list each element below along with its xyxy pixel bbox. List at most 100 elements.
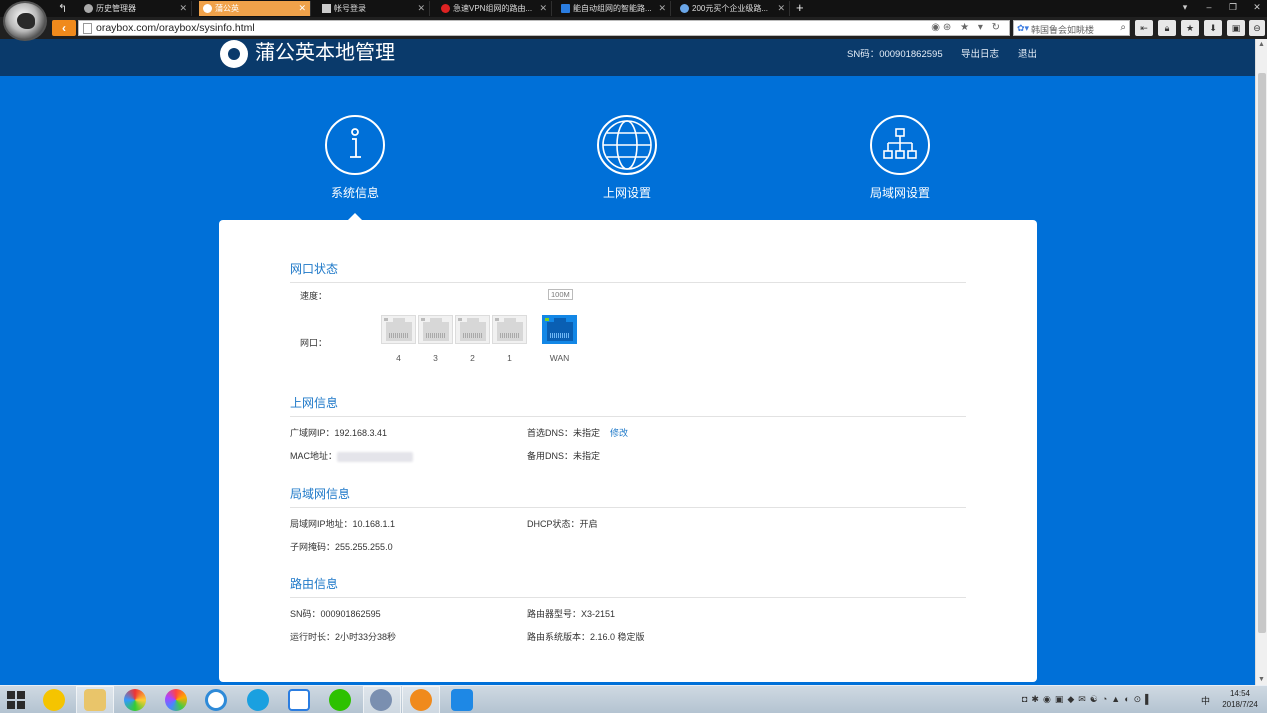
edit-dns-link[interactable]: 修改 (610, 428, 628, 438)
wan-port (542, 315, 577, 344)
close-icon[interactable]: ✕ (658, 1, 666, 16)
primary-dns-field: 首选DNS：未指定 修改 (527, 426, 628, 439)
system-tray-icons[interactable]: ◘✱◉▣◆✉☯◔▲◐⊙▌ (1022, 694, 1156, 705)
download-icon[interactable]: ⬇ (1204, 20, 1222, 36)
taskbar: ◘✱◉▣◆✉☯◔▲◐⊙▌ 中 14:54 2018/7/24 (0, 685, 1267, 713)
favorites-icon[interactable]: ★ (1181, 20, 1199, 36)
file-explorer-icon[interactable] (84, 689, 106, 711)
search-icon[interactable]: ⌕ (1120, 22, 1126, 33)
field-value: 255.255.255.0 (335, 542, 393, 552)
minimize-icon[interactable]: – (1202, 1, 1216, 14)
info-icon (325, 115, 385, 175)
ie-browser-icon[interactable] (247, 689, 269, 711)
lan-ip-field: 局域网IP地址：10.168.1.1 (290, 517, 395, 530)
subnet-field: 子网掩码：255.255.255.0 (290, 540, 393, 553)
tab-account-login[interactable]: 帐号登录 ✕ (318, 1, 430, 16)
lock-icon[interactable]: 🔒︎ (1158, 20, 1176, 36)
search-engine-icon[interactable]: ✿▾ (1017, 23, 1029, 34)
close-icon[interactable]: ✕ (777, 1, 785, 16)
chrome-icon[interactable] (124, 689, 146, 711)
scroll-down-icon[interactable]: ▼ (1258, 676, 1265, 683)
nav-lan-settings[interactable]: 局域网设置 (840, 115, 960, 201)
section-internet-info: 上网信息 (290, 394, 966, 417)
tab-vpn-router[interactable]: 急速VPN组网的路由... ✕ (437, 1, 552, 16)
pgy-favicon-icon (203, 4, 212, 13)
logout-link[interactable]: 退出 (1018, 46, 1037, 60)
window-close-icon[interactable]: ✕ (1250, 1, 1264, 14)
network-tool-icon[interactable] (370, 689, 392, 711)
page-icon (322, 4, 331, 13)
back-button[interactable]: ‹ (52, 20, 76, 36)
new-tab-button[interactable]: + (796, 0, 804, 16)
port-number: 4 (396, 353, 401, 363)
tab-smart-router[interactable]: 能自动组网的智能路... ✕ (557, 1, 671, 16)
color-app-icon[interactable] (165, 689, 187, 711)
field-value: 2.16.0 稳定版 (590, 632, 645, 642)
speed-badge: 100M (548, 289, 573, 300)
export-log-link[interactable]: 导出日志 (961, 46, 999, 60)
pgy-logo-icon (220, 40, 248, 68)
tab-pgy[interactable]: 蒲公英 ✕ (199, 1, 311, 16)
vertical-scrollbar[interactable]: ▲ ▼ (1255, 39, 1267, 685)
lan-port-3 (418, 315, 453, 344)
mac-value-blurred (337, 451, 413, 462)
close-icon[interactable]: ✕ (298, 1, 306, 16)
gamepad-icon[interactable]: ▣ (1227, 20, 1245, 36)
wps-icon[interactable] (451, 689, 473, 711)
mac-field: MAC地址： (290, 449, 413, 462)
nav-system-info[interactable]: 系统信息 (295, 115, 415, 201)
tab-enterprise-router[interactable]: 200元买个企业级路... ✕ (676, 1, 790, 16)
main-area: 系统信息 上网设置 局域网设置 网口状态 速度： 100M 网口： 4 3 2 … (0, 76, 1255, 685)
clock-icon (84, 4, 93, 13)
menu-icon[interactable]: ⊖ (1249, 20, 1265, 36)
clock-date[interactable]: 2018/7/24 (1218, 700, 1262, 709)
field-label: 运行时长： (290, 632, 336, 642)
speed-label: 速度： (300, 291, 328, 301)
scroll-up-icon[interactable]: ▲ (1258, 41, 1265, 48)
model-field: 路由器型号：X3-2151 (527, 607, 615, 620)
skin-icon[interactable]: ▾ (1178, 1, 1192, 14)
nav-label: 系统信息 (330, 186, 379, 200)
browser-logo[interactable] (3, 1, 47, 41)
close-icon[interactable]: ✕ (417, 1, 425, 16)
extension-icon[interactable]: ⇤ (1135, 20, 1153, 36)
section-title: 网口状态 (290, 260, 966, 283)
browser-taskbar-icon[interactable] (410, 689, 432, 711)
ports-label: 网口： (300, 338, 328, 348)
wechat-icon[interactable] (329, 689, 351, 711)
secondary-dns-field: 备用DNS：未指定 (527, 449, 600, 462)
header-sn: SN码：000901862595 (847, 49, 943, 60)
field-label: 备用DNS： (527, 451, 574, 461)
field-value: X3-2151 (581, 609, 616, 619)
feishu-icon[interactable] (288, 689, 310, 711)
windows-start-icon[interactable] (7, 691, 25, 709)
field-value: 2小时33分38秒 (335, 632, 397, 642)
tab-history-manager[interactable]: 历史管理器 ✕ (80, 1, 192, 16)
port-number: 3 (433, 353, 438, 363)
globe-icon (597, 115, 657, 175)
clock-time[interactable]: 14:54 (1218, 689, 1262, 698)
field-value: 000901862595 (320, 609, 381, 619)
history-back-icon[interactable]: ↰ (58, 2, 67, 15)
close-icon[interactable]: ✕ (179, 1, 187, 16)
ime-indicator[interactable]: 中 (1201, 694, 1210, 707)
router-sn-field: SN码：000901862595 (290, 607, 381, 620)
network-icon (870, 115, 930, 175)
dhcp-field: DHCP状态：开启 (527, 517, 598, 530)
tab-label: 帐号登录 (334, 4, 366, 13)
url-input[interactable]: oraybox.com/oraybox/sysinfo.html ◉⊛ ★ ▾ … (78, 20, 1010, 36)
search-input[interactable]: ✿▾ 韩国鲁会如眺楼 ⌕ (1013, 20, 1130, 36)
search-placeholder: 韩国鲁会如眺楼 (1031, 25, 1095, 35)
tab-label: 蒲公英 (215, 4, 239, 13)
baidu-netdisk-icon[interactable] (205, 689, 227, 711)
restore-icon[interactable]: ❐ (1226, 1, 1240, 14)
url-action-icons[interactable]: ◉⊛ ★ ▾ ↻ (931, 22, 1003, 33)
field-value: 未指定 (573, 451, 601, 461)
field-label: 广域网IP： (290, 428, 335, 438)
nav-internet-settings[interactable]: 上网设置 (567, 115, 687, 201)
brand-title: 蒲公英本地管理 (255, 42, 395, 64)
scroll-thumb[interactable] (1258, 73, 1266, 633)
close-icon[interactable]: ✕ (539, 1, 547, 16)
app-icon-yellow[interactable] (43, 689, 65, 711)
tab-label: 历史管理器 (96, 4, 136, 13)
